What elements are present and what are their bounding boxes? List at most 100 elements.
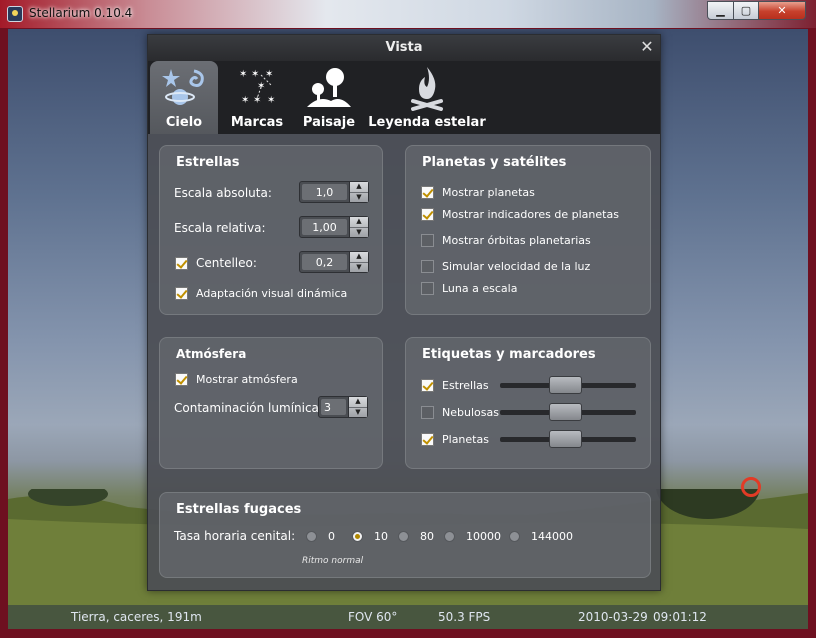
nebula-labels-checkbox[interactable] bbox=[421, 406, 434, 419]
zhr-radio-10[interactable] bbox=[352, 531, 363, 542]
time-text: 09:01:12 bbox=[653, 610, 707, 624]
close-icon: ✕ bbox=[640, 37, 654, 56]
show-planets-label: Mostrar planetas bbox=[442, 186, 535, 199]
light-travel-checkbox[interactable] bbox=[421, 260, 434, 273]
absolute-scale-value[interactable]: 1,0 bbox=[302, 184, 347, 200]
star-labels-slider[interactable] bbox=[500, 376, 636, 394]
dynamic-eye-row[interactable]: Adaptación visual dinámica bbox=[175, 287, 347, 300]
slider-handle[interactable] bbox=[548, 376, 582, 394]
tab-cielo[interactable]: Cielo bbox=[150, 61, 218, 134]
relative-scale-value[interactable]: 1,00 bbox=[302, 219, 347, 235]
planets-panel: Planetas y satélites Mostrar planetas Mo… bbox=[405, 145, 651, 315]
atmosphere-panel: Atmósfera Mostrar atmósfera Contaminació… bbox=[159, 337, 383, 469]
spin-up-icon[interactable]: ▲ bbox=[350, 252, 368, 262]
tab-marcas-label: Marcas bbox=[230, 115, 284, 130]
close-window-button[interactable]: ✕ bbox=[758, 1, 806, 20]
show-atmosphere-checkbox[interactable] bbox=[175, 373, 188, 386]
light-travel-label: Simular velocidad de la luz bbox=[442, 260, 591, 273]
spin-down-icon[interactable]: ▼ bbox=[350, 191, 368, 203]
planet-orbits-label: Mostrar órbitas planetarias bbox=[442, 234, 591, 247]
svg-text:✶: ✶ bbox=[265, 69, 273, 80]
spin-up-icon[interactable]: ▲ bbox=[350, 182, 368, 192]
dynamic-eye-checkbox[interactable] bbox=[175, 287, 188, 300]
planet-orbits-checkbox[interactable] bbox=[421, 234, 434, 247]
zhr-option-10000-label: 10000 bbox=[466, 530, 501, 543]
light-travel-row[interactable]: Simular velocidad de la luz bbox=[421, 260, 590, 273]
dialog-header[interactable]: Vista ✕ bbox=[148, 35, 660, 61]
fps-text: 50.3 FPS bbox=[438, 610, 491, 624]
date-text: 2010-03-29 bbox=[578, 610, 648, 624]
zhr-option-10000[interactable]: 10000 bbox=[444, 530, 509, 543]
slider-handle[interactable] bbox=[548, 430, 582, 448]
tab-leyenda-label: Leyenda estelar bbox=[368, 115, 486, 130]
zhr-option-144000[interactable]: 144000 bbox=[509, 530, 579, 543]
meteors-panel: Estrellas fugaces Tasa horaria cenital: … bbox=[159, 492, 651, 578]
svg-text:✶: ✶ bbox=[267, 95, 275, 106]
twinkle-checkbox-row[interactable]: Centelleo: bbox=[175, 256, 257, 270]
spin-up-icon[interactable]: ▲ bbox=[350, 217, 368, 227]
spin-down-icon[interactable]: ▼ bbox=[350, 226, 368, 238]
zhr-option-80[interactable]: 80 bbox=[398, 530, 444, 543]
nebula-labels-row[interactable]: Nebulosas bbox=[421, 406, 499, 419]
twinkle-label: Centelleo: bbox=[196, 256, 257, 270]
maximize-icon: ▢ bbox=[740, 4, 752, 17]
labels-panel: Etiquetas y marcadores Estrellas Nebulos… bbox=[405, 337, 651, 469]
zhr-radio-144000[interactable] bbox=[509, 531, 520, 542]
planet-labels-row[interactable]: Planetas bbox=[421, 433, 489, 446]
zhr-label: Tasa horaria cenital: bbox=[174, 529, 296, 543]
show-planets-row[interactable]: Mostrar planetas bbox=[421, 186, 535, 199]
absolute-scale-spinbox[interactable]: 1,0 ▲ ▼ bbox=[299, 181, 369, 203]
planet-orbits-row[interactable]: Mostrar órbitas planetarias bbox=[421, 234, 591, 247]
planet-labels-label: Planetas bbox=[442, 433, 489, 446]
zhr-radio-80[interactable] bbox=[398, 531, 409, 542]
sky-viewport[interactable]: Tierra, caceres, 191m FOV 60° 50.3 FPS 2… bbox=[8, 29, 808, 629]
svg-text:✶: ✶ bbox=[241, 95, 249, 106]
light-pollution-label: Contaminación lumínica bbox=[174, 401, 319, 415]
absolute-scale-label: Escala absoluta: bbox=[174, 186, 272, 200]
close-icon: ✕ bbox=[777, 4, 787, 17]
spin-up-icon[interactable]: ▲ bbox=[349, 397, 367, 407]
planet-labels-slider[interactable] bbox=[500, 430, 636, 448]
status-bar: Tierra, caceres, 191m FOV 60° 50.3 FPS 2… bbox=[8, 605, 808, 629]
moon-scale-checkbox[interactable] bbox=[421, 282, 434, 295]
twinkle-spinbox[interactable]: 0,2 ▲ ▼ bbox=[299, 251, 369, 273]
zhr-option-0[interactable]: 0 bbox=[306, 530, 352, 543]
tab-paisaje[interactable]: Paisaje bbox=[298, 61, 360, 134]
twinkle-checkbox[interactable] bbox=[175, 256, 188, 270]
relative-scale-spinbox[interactable]: 1,00 ▲ ▼ bbox=[299, 216, 369, 238]
tab-marcas[interactable]: ✶ ✶ ✶ ✶ ✶ ✶ ✶ Marcas bbox=[224, 61, 290, 134]
light-pollution-spinbox[interactable]: 3 ▲ ▼ bbox=[318, 396, 368, 418]
moon-scale-row[interactable]: Luna a escala bbox=[421, 282, 517, 295]
zhr-option-10[interactable]: 10 bbox=[352, 530, 398, 543]
stars-panel: Estrellas Escala absoluta: 1,0 ▲ ▼ Escala… bbox=[159, 145, 383, 315]
light-pollution-value[interactable]: 3 bbox=[321, 399, 346, 415]
star-labels-checkbox[interactable] bbox=[421, 379, 434, 392]
tab-leyenda-estelar[interactable]: Leyenda estelar bbox=[368, 61, 486, 134]
stellarium-window: Stellarium 0.10.4 ▁ ▢ ✕ Tierra, caceres,… bbox=[0, 0, 816, 638]
planet-indicator-marker[interactable] bbox=[741, 477, 761, 497]
spin-down-icon[interactable]: ▼ bbox=[350, 261, 368, 273]
planet-markers-checkbox[interactable] bbox=[421, 208, 434, 221]
atmosphere-panel-title: Atmósfera bbox=[176, 347, 247, 361]
dialog-close-button[interactable]: ✕ bbox=[639, 39, 655, 55]
show-planets-checkbox[interactable] bbox=[421, 186, 434, 199]
nebula-labels-slider[interactable] bbox=[500, 403, 636, 421]
planets-panel-title: Planetas y satélites bbox=[422, 155, 567, 170]
maximize-button[interactable]: ▢ bbox=[733, 1, 759, 20]
planet-markers-label: Mostrar indicadores de planetas bbox=[442, 208, 619, 221]
labels-panel-title: Etiquetas y marcadores bbox=[422, 347, 596, 362]
show-atmosphere-row[interactable]: Mostrar atmósfera bbox=[175, 373, 298, 386]
zhr-radio-10000[interactable] bbox=[444, 531, 455, 542]
minimize-button[interactable]: ▁ bbox=[707, 1, 734, 20]
spin-down-icon[interactable]: ▼ bbox=[349, 406, 367, 418]
star-labels-row[interactable]: Estrellas bbox=[421, 379, 489, 392]
zhr-radio-0[interactable] bbox=[306, 531, 317, 542]
planet-markers-row[interactable]: Mostrar indicadores de planetas bbox=[421, 208, 619, 221]
zhr-radio-group: 0 10 80 10000 144000 bbox=[306, 530, 579, 543]
planet-labels-checkbox[interactable] bbox=[421, 433, 434, 446]
view-dialog: Vista ✕ Cielo ✶ ✶ ✶ ✶ ✶ ✶ ✶ Marcas Paisa… bbox=[147, 34, 661, 591]
twinkle-value[interactable]: 0,2 bbox=[302, 254, 347, 270]
slider-handle[interactable] bbox=[548, 403, 582, 421]
title-bar[interactable]: Stellarium 0.10.4 ▁ ▢ ✕ bbox=[0, 0, 816, 28]
show-atmosphere-label: Mostrar atmósfera bbox=[196, 373, 298, 386]
